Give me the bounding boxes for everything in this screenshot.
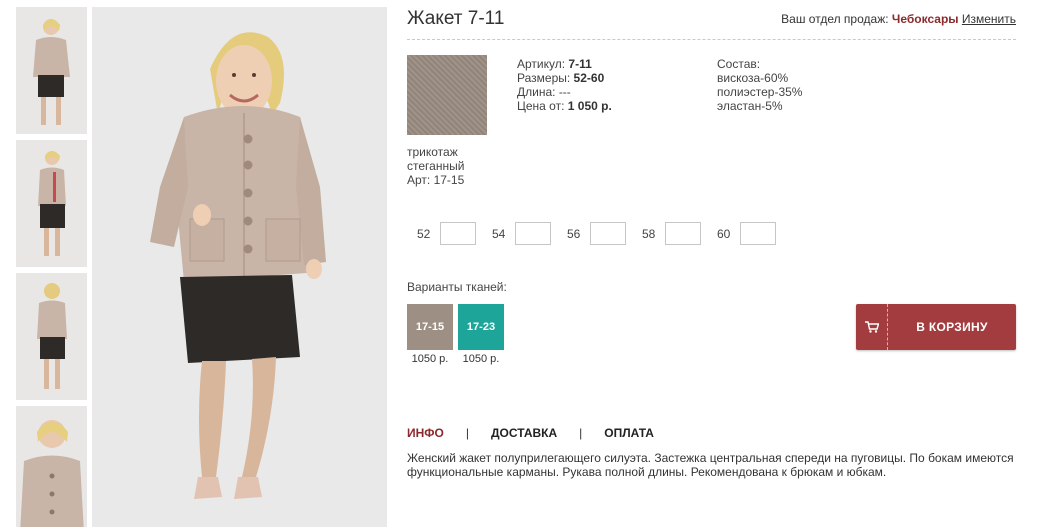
size-quantity-input[interactable] — [515, 222, 551, 245]
product-title: Жакет 7-11 — [407, 8, 505, 29]
size-option: 60 — [717, 222, 776, 245]
size-option: 56 — [567, 222, 626, 245]
fabric-variant-price: 1050 р. — [462, 353, 500, 365]
change-department-link[interactable]: Изменить — [962, 12, 1016, 26]
product-description: Женский жакет полуприлегающего силуэта. … — [407, 451, 1014, 479]
thumbnail-closeup[interactable] — [16, 406, 87, 527]
tab-separator: | — [465, 426, 469, 440]
size-option: 58 — [642, 222, 701, 245]
fabric-article: Арт: 17-15 — [407, 173, 465, 187]
size-quantity-input[interactable] — [440, 222, 476, 245]
fabric-variants-label: Варианты тканей: — [407, 280, 507, 294]
tab-delivery[interactable]: ДОСТАВКА — [491, 426, 557, 440]
thumbnail-side-left[interactable] — [16, 140, 87, 267]
fabric-caption: трикотаж стеганный Арт: 17-15 — [407, 145, 464, 187]
article-label: Артикул: — [517, 57, 566, 71]
fabric-variant[interactable]: 17-15 1050 р. — [407, 304, 453, 365]
tab-separator: | — [579, 426, 583, 440]
fabric-variant-swatch[interactable]: 17-23 — [458, 304, 504, 350]
fabric-variant[interactable]: 17-23 1050 р. — [458, 304, 504, 365]
composition-item: эластан-5% — [717, 99, 783, 113]
composition-item: полиэстер-35% — [717, 85, 803, 99]
fabric-swatch-image — [407, 55, 487, 135]
fabric-type: трикотаж — [407, 145, 458, 159]
size-label: 52 — [417, 226, 431, 241]
add-to-cart-button[interactable]: В КОРЗИНУ — [856, 304, 1016, 350]
size-option: 52 — [417, 222, 476, 245]
article-value: 7-11 — [568, 57, 592, 71]
thumbnail-back[interactable] — [16, 273, 87, 400]
length-label: Длина: — [517, 85, 556, 99]
title-divider — [407, 39, 1016, 40]
length-value: --- — [558, 85, 571, 99]
sales-department-city: Чебоксары — [891, 12, 959, 26]
product-specs: Артикул: 7-11 Размеры: 52-60 Длина: --- … — [517, 57, 612, 113]
cart-icon — [856, 304, 888, 350]
info-tabs: ИНФО | ДОСТАВКА | ОПЛАТА — [407, 426, 654, 440]
size-label: 58 — [642, 226, 656, 241]
sales-department: Ваш отдел продаж: Чебоксары Изменить — [781, 12, 1016, 26]
size-quantity-input[interactable] — [740, 222, 776, 245]
sales-department-label: Ваш отдел продаж: — [781, 12, 889, 26]
composition: Состав: вискоза-60% полиэстер-35% эласта… — [717, 57, 802, 113]
size-quantity-input[interactable] — [590, 222, 626, 245]
size-label: 56 — [567, 226, 581, 241]
price-label: Цена от: — [517, 99, 565, 113]
fabric-variant-price: 1050 р. — [411, 353, 449, 365]
fabric-subtype: стеганный — [407, 159, 465, 173]
sizes-label: Размеры: — [517, 71, 571, 85]
sizes-value: 52-60 — [573, 71, 605, 85]
main-product-photo[interactable] — [92, 7, 387, 527]
price-value: 1 050 р. — [567, 99, 612, 113]
composition-item: вискоза-60% — [717, 71, 789, 85]
add-to-cart-label: В КОРЗИНУ — [916, 320, 988, 334]
size-label: 60 — [717, 226, 731, 241]
thumbnail-list — [16, 7, 87, 527]
size-quantity-input[interactable] — [665, 222, 701, 245]
size-quantity-selector: 52 54 56 58 60 — [417, 222, 792, 245]
size-label: 54 — [492, 226, 506, 241]
composition-title: Состав: — [717, 57, 761, 71]
size-option: 54 — [492, 222, 551, 245]
fabric-variant-swatch[interactable]: 17-15 — [407, 304, 453, 350]
tab-info[interactable]: ИНФО — [407, 426, 444, 440]
tab-payment[interactable]: ОПЛАТА — [604, 426, 654, 440]
thumbnail-front[interactable] — [16, 7, 87, 134]
